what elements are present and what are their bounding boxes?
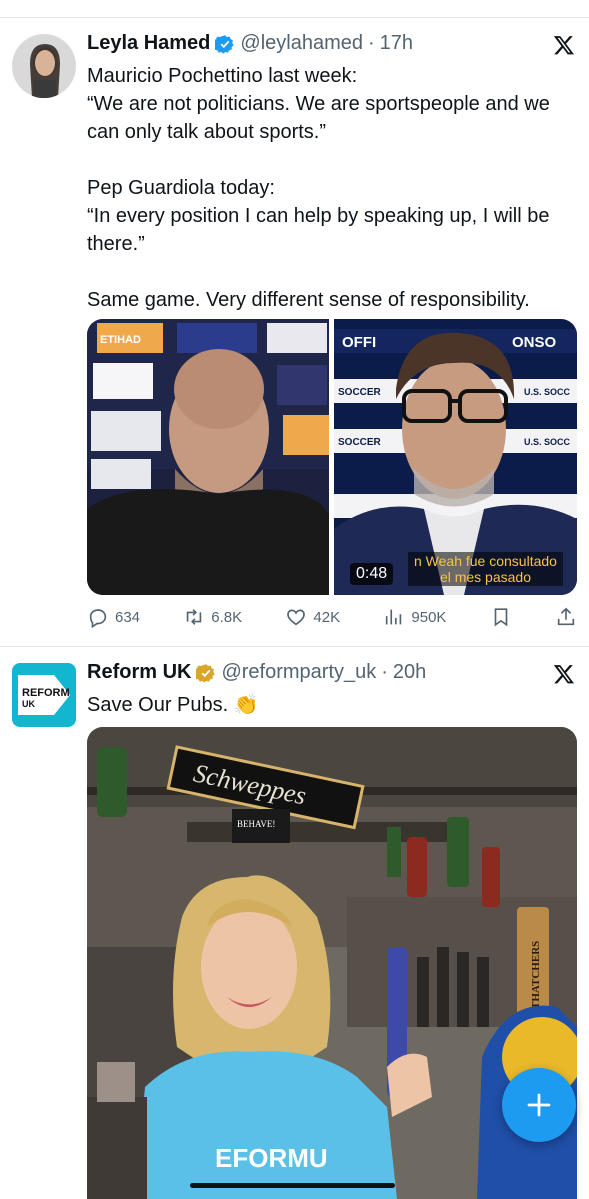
press-board-us-soccer: U.S. SOCC (524, 437, 571, 447)
etihad-board: ETIHAD (100, 334, 141, 346)
press-board-us-soccer: U.S. SOCC (524, 387, 571, 397)
tweet-text-line: Save Our Pubs. 👏 (87, 694, 259, 716)
thatchers-tap-label: THATCHERS (530, 941, 542, 1009)
avatar[interactable] (12, 34, 76, 98)
timestamp[interactable]: 20h (393, 661, 426, 684)
tweet-text: Mauricio Pochettino last week: “We are n… (87, 62, 569, 314)
tweet-text-line: Pep Guardiola today: (87, 177, 275, 199)
author-name[interactable]: Leyla Hamed (87, 32, 210, 55)
reform-logo-text-uk: UK (22, 699, 35, 709)
like-count: 42K (313, 608, 341, 626)
verified-badge-icon (215, 34, 235, 54)
like-button[interactable]: 42K (285, 606, 340, 628)
reform-logo-text: REFORM (22, 687, 70, 699)
x-logo-icon (553, 665, 574, 684)
repost-icon (187, 609, 202, 625)
views-icon (386, 609, 402, 625)
tweet-actions: 634 6.8K 42K 950K (87, 606, 577, 628)
views-button[interactable]: 950K (383, 606, 446, 628)
tweet-header: Reform UK @reformparty_uk · 20h (87, 661, 426, 684)
separator-dot: · (367, 32, 375, 54)
like-icon (287, 609, 306, 626)
plus-icon (527, 1093, 551, 1117)
author-name[interactable]: Reform UK (87, 661, 191, 684)
reply-count: 634 (115, 608, 141, 626)
separator-dot: · (381, 661, 388, 683)
tweet-text: Save Our Pubs. 👏 (87, 691, 569, 719)
tweet-text-line: “We are not politicians. We are sportspe… (87, 93, 550, 143)
tweet-text-line: Same game. Very different sense of respo… (87, 289, 530, 311)
share-button[interactable] (555, 606, 577, 628)
press-board-soccer: SOCCER (338, 387, 382, 398)
media-image-guardiola[interactable]: ETIHAD (87, 319, 329, 595)
shirt-text: EFORMU (215, 1143, 328, 1173)
press-board-soccer: SOCCER (338, 437, 382, 448)
tweet-text-line: Mauricio Pochettino last week: (87, 65, 358, 87)
avatar[interactable]: REFORM UK (12, 663, 76, 727)
behave-sign: BEHAVE! (237, 819, 275, 829)
video-caption-line-2: el mes pasado (439, 569, 531, 585)
compose-button[interactable] (502, 1068, 576, 1142)
timestamp[interactable]: 17h (380, 32, 413, 55)
views-count: 950K (411, 608, 447, 626)
author-handle[interactable]: @reformparty_uk (221, 661, 376, 684)
press-board-left: OFFI (342, 334, 376, 351)
tweet-header: Leyla Hamed @leylahamed · 17h (87, 32, 413, 55)
x-logo-icon (553, 36, 574, 55)
tweet-text-blank (87, 146, 569, 174)
reply-icon (89, 609, 107, 628)
repost-button[interactable]: 6.8K (183, 606, 242, 628)
tweet-reform-uk[interactable]: REFORM UK Reform UK @reformparty_uk · 20… (0, 647, 589, 1199)
media-video-pochettino[interactable]: OFFI ONSO SOCCER U.S. SOCC SOCCER U.S. S… (334, 319, 577, 595)
video-caption-line-1: n Weah fue consultado (414, 553, 557, 569)
bookmark-icon (494, 608, 508, 627)
tweet-text-line: “In every position I can help by speakin… (87, 205, 550, 255)
reply-button[interactable]: 634 (87, 606, 140, 628)
repost-count: 6.8K (211, 608, 243, 626)
home-indicator[interactable] (190, 1183, 395, 1188)
press-board-right: ONSO (512, 334, 557, 351)
tweet-text-blank (87, 258, 569, 286)
tweet-leyla-hamed[interactable]: Leyla Hamed @leylahamed · 17h Mauricio P… (0, 18, 589, 646)
video-caption: n Weah fue consultado el mes pasado (408, 552, 563, 586)
author-handle[interactable]: @leylahamed (240, 32, 363, 55)
video-duration: 0:48 (350, 563, 394, 585)
bookmark-button[interactable] (490, 606, 512, 628)
share-icon (557, 607, 575, 626)
verified-badge-icon (196, 663, 216, 683)
media-image-pub[interactable]: THATCHERS Schweppes BEHAVE! EFORMU (87, 727, 577, 1199)
